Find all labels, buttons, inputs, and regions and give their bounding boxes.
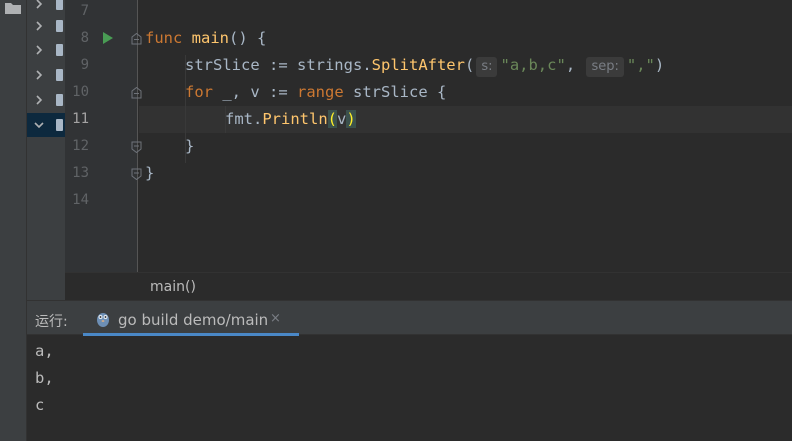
line-number: 9 [80, 57, 89, 73]
code-editor[interactable]: 7 8 9 10 11 12 13 14 func main() { strSl… [65, 0, 792, 272]
project-tree [27, 0, 87, 300]
keyword-range: range [297, 83, 344, 101]
dot: . [362, 56, 372, 74]
code-line-8: func main() { [145, 25, 266, 52]
comma: , [565, 56, 585, 74]
paren-open-matched: ( [327, 110, 338, 128]
breadcrumb[interactable]: main() [150, 279, 196, 295]
tree-row-selected[interactable] [27, 113, 65, 137]
line-number: 7 [80, 3, 89, 19]
tree-row[interactable] [27, 63, 65, 87]
function-call: Println [262, 110, 328, 128]
variable-name: strSlice [185, 56, 260, 74]
file-icon [56, 0, 63, 10]
run-tab-label[interactable]: go build demo/main [118, 311, 268, 329]
line-number: 8 [80, 30, 89, 46]
line-number: 10 [72, 84, 89, 100]
code-text: () { [229, 29, 267, 47]
code-text: strSlice { [343, 83, 447, 101]
package-name: strings [296, 56, 363, 74]
breadcrumb-bar: main() [65, 272, 792, 300]
console-line: b, [35, 369, 54, 387]
chevron-right-icon[interactable] [31, 18, 47, 34]
chevron-right-icon[interactable] [31, 0, 47, 12]
parameter-hint: sep: [586, 57, 624, 77]
file-icon [56, 119, 63, 131]
chevron-right-icon[interactable] [31, 67, 47, 83]
argument: v [337, 110, 347, 128]
run-triangle-icon[interactable] [102, 31, 114, 45]
dot: . [253, 110, 263, 128]
line-number: 14 [72, 192, 89, 208]
file-icon [56, 69, 63, 81]
tree-row[interactable] [27, 88, 65, 112]
code-text: _, v := [213, 83, 297, 101]
run-label: 运行: [35, 314, 68, 330]
console-line: c [35, 396, 45, 414]
console-line: a, [35, 342, 54, 360]
function-name: main [191, 29, 229, 47]
paren-open: ( [464, 56, 475, 74]
tool-window-strip [0, 0, 27, 441]
code-line-13: } [145, 164, 155, 182]
tree-row[interactable] [27, 38, 65, 62]
function-call: SplitAfter [371, 56, 465, 74]
close-icon[interactable]: × [270, 311, 281, 326]
line-number: 13 [72, 165, 89, 181]
file-icon [56, 20, 63, 32]
console-output[interactable]: a, b, c [27, 336, 792, 441]
chevron-right-icon[interactable] [31, 42, 47, 58]
run-toolwindow-header: 运行: go build demo/main × [27, 300, 792, 336]
file-icon [56, 44, 63, 56]
line-number-current: 11 [72, 111, 89, 127]
tree-row[interactable] [27, 14, 65, 38]
string-literal: "," [626, 56, 655, 74]
keyword-func: func [145, 29, 183, 47]
code-area[interactable]: func main() { strSlice := strings.SplitA… [139, 0, 792, 272]
package-name: fmt [225, 110, 253, 128]
paren-close: ) [654, 56, 665, 74]
code-line-11: fmt.Println(v) [225, 106, 356, 133]
file-icon [56, 94, 63, 106]
chevron-right-icon[interactable] [31, 92, 47, 108]
paren-close-matched: ) [346, 110, 356, 128]
code-line-12: } [185, 137, 195, 155]
line-number: 12 [72, 138, 89, 154]
run-tab[interactable]: go build demo/main × [83, 301, 299, 336]
string-literal: "a,b,c" [500, 56, 566, 74]
keyword-for: for [185, 83, 213, 101]
chevron-down-icon[interactable] [31, 117, 47, 133]
operator: := [259, 56, 297, 74]
parameter-hint: s: [476, 57, 498, 77]
code-line-9: strSlice := strings.SplitAfter(s: "a,b,c"… [185, 52, 664, 79]
code-line-10: for _, v := range strSlice { [185, 79, 446, 106]
gopher-icon [97, 313, 109, 327]
editor-gutter: 7 8 9 10 11 12 13 14 [65, 0, 142, 272]
folder-icon[interactable] [5, 2, 21, 14]
